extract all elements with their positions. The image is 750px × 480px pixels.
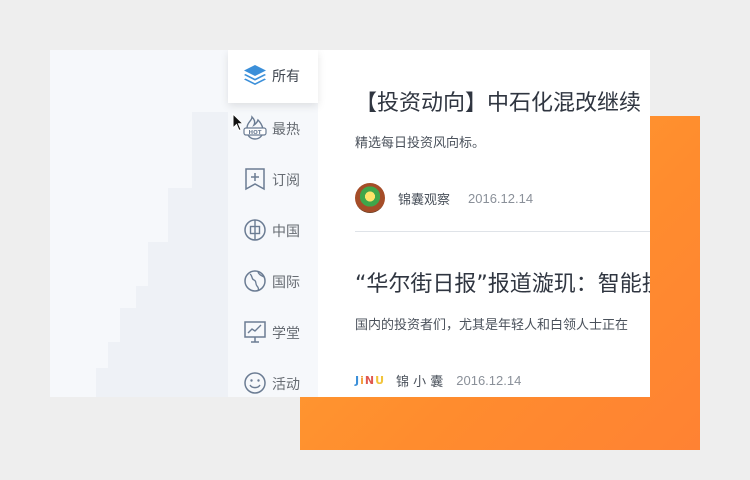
bookmark-plus-icon [245,168,265,191]
decor-step [96,368,136,397]
nav-item-subscribe[interactable]: 订阅 [228,153,318,204]
author-avatar [355,183,385,213]
author-name[interactable]: 锦 小 囊 [396,371,443,390]
nav-label-china: 中国 [272,224,300,240]
article-title[interactable]: 【投资动向】中石化混改继续 [355,85,641,117]
article-description: 精选每日投资风向标。 [355,136,486,151]
article-title[interactable]: “华尔街日报”报道漩玑：智能投 [355,266,650,298]
nav-label-subscribe: 订阅 [272,173,300,189]
left-panel-background [50,50,235,397]
nav-label-academy: 学堂 [272,326,300,342]
mouse-cursor-icon [232,113,245,132]
article-meta: 锦囊观察 2016.12.14 [355,182,533,214]
nav-label-events: 活动 [272,377,300,393]
nav-item-events[interactable]: 活动 [228,357,318,397]
category-nav: 所有 HOT 最热 订阅 中国 国际 学堂 活动 [228,50,318,397]
nav-item-all[interactable]: 所有 [228,50,318,103]
nav-item-academy[interactable]: 学堂 [228,306,318,357]
divider [355,231,650,232]
nav-label-all: 所有 [272,69,300,85]
nav-item-international[interactable]: 国际 [228,255,318,306]
smile-icon [244,372,266,394]
publish-date: 2016.12.14 [456,372,522,388]
svg-text:HOT: HOT [248,130,261,136]
layers-icon [244,65,266,85]
publish-date: 2016.12.14 [468,190,534,206]
globe-icon [244,270,266,292]
author-name[interactable]: 锦囊观察 [398,189,450,208]
nav-item-china[interactable]: 中国 [228,204,318,255]
article-list: 【投资动向】中石化混改继续 精选每日投资风向标。 锦囊观察 2016.12.14… [355,50,650,397]
article-meta: JiNU 锦 小 囊 2016.12.14 [355,364,521,396]
china-coin-icon [244,219,266,241]
article-description: 国内的投资者们，尤其是年轻人和白领人士正在 [355,318,629,333]
app-card: 所有 HOT 最热 订阅 中国 国际 学堂 活动 【投资动向】中石化混改继续 精… [50,50,650,397]
jinu-logo: JiNU [355,373,386,387]
nav-label-international: 国际 [272,275,300,291]
nav-label-hot: 最热 [272,122,300,138]
chart-board-icon [244,321,266,343]
